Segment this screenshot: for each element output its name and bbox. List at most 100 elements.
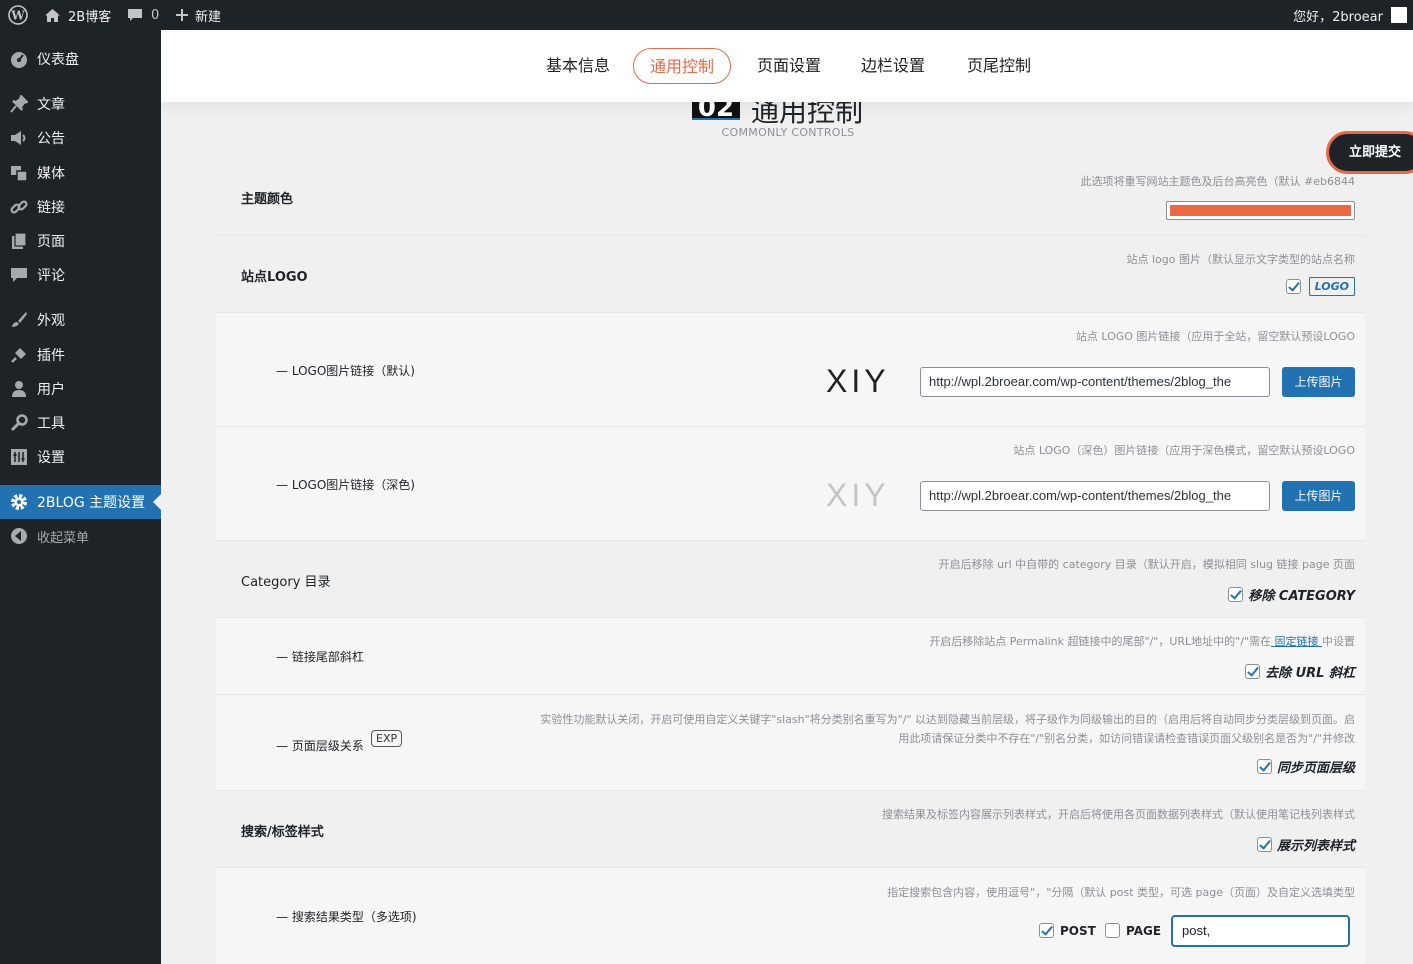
tab-sidebar-settings[interactable]: 边栏设置 [853,48,933,84]
sidebar-item-posts[interactable]: 文章 [0,87,161,121]
tab-basic-info[interactable]: 基本信息 [538,48,618,84]
logo-preview: XIY [826,363,890,399]
theme-color-picker[interactable] [1166,201,1355,220]
sidebar-item-label: 仪表盘 [37,52,79,68]
row-description: 搜索结果及标签内容展示列表样式，开启后将使用各页面数据列表样式（默认使用笔记栈列… [882,808,1355,821]
logo-url-input[interactable]: http://wpl.2broear.com/wp-content/themes… [920,367,1270,397]
row-label: — 搜索结果类型（多选项) [276,910,417,924]
sidebar-item-settings[interactable]: 设置 [0,440,161,474]
tab-page-settings[interactable]: 页面设置 [749,48,829,84]
sync-hierarchy-checkbox[interactable] [1256,759,1272,774]
sidebar-item-dashboard[interactable]: 仪表盘 [0,42,161,76]
account-menu[interactable]: 您好，2broear [1293,0,1407,30]
settings-icon [11,449,27,465]
dashboard-icon [11,52,27,68]
row-description: 开启后移除站点 Permalink 超链接中的尾部"/"，URL地址中的"/"需… [929,632,1355,651]
tab-general-controls[interactable]: 通用控制 [633,48,731,84]
row-search-style: 搜索/标签样式 搜索结果及标签内容展示列表样式，开启后将使用各页面数据列表样式（… [216,791,1365,868]
remove-category-checkbox[interactable] [1228,587,1244,602]
comment-count: 0 [151,7,160,23]
row-description: 指定搜索包含内容，使用逗号"，"分隔（默认 post 类型，可选 page（页面… [887,886,1355,899]
sidebar-item-label: 插件 [37,348,65,364]
option-label: PAGE [1126,923,1162,938]
sidebar-item-label: 设置 [37,450,65,466]
sidebar-item-tools[interactable]: 工具 [0,406,161,440]
sidebar-item-collapse[interactable]: 收起菜单 [0,519,161,553]
sidebar-item-announcements[interactable]: 公告 [0,121,161,155]
sidebar-item-label: 媒体 [37,166,65,182]
row-label: — LOGO图片链接（默认) [276,364,415,378]
logo-preview-dark: XIY [826,477,890,513]
sidebar-item-users[interactable]: 用户 [0,372,161,406]
logo-badge: LOGO [1308,277,1355,296]
row-label: — 页面层级关系 [276,739,364,753]
sidebar-item-label: 工具 [37,416,65,432]
wrench-icon [10,414,28,432]
row-description: 此选项将重写网站主题色及后台高亮色（默认 #eb6844 [1080,175,1355,188]
page-icon [12,232,27,249]
post-type-option[interactable]: POST [1039,923,1096,938]
home-icon [45,8,60,22]
desc-line-1: 实验性功能默认关闭，开启可使用自定义关键字"slash"将分类别名重写为"/" … [540,713,1355,726]
comment-bubble-icon [128,8,142,21]
remove-category-option[interactable]: 移除 CATEGORY [1228,585,1355,604]
sidebar-item-label: 评论 [37,268,65,284]
sidebar-item-label: 链接 [37,200,65,216]
experimental-tag: EXP [371,730,403,747]
link-icon [10,200,28,214]
logo-checkbox[interactable] [1285,279,1301,294]
sidebar-item-pages[interactable]: 页面 [0,224,161,258]
admin-bar: W 2B博客 0 新建 您好，2broear [0,0,1413,30]
row-label: — LOGO图片链接（深色) [276,478,415,492]
option-label: 同步页面层级 [1276,761,1355,776]
row-search-type: — 搜索结果类型（多选项) 指定搜索包含内容，使用逗号"，"分隔（默认 post… [216,868,1365,964]
page-checkbox[interactable] [1105,923,1120,938]
row-label: — 链接尾部斜杠 [276,650,364,664]
upload-image-button[interactable]: 上传图片 [1282,367,1355,397]
logo-dark-url-input[interactable]: http://wpl.2broear.com/wp-content/themes… [920,481,1270,511]
row-label: 站点LOGO [241,270,308,285]
remove-slash-checkbox[interactable] [1245,664,1261,679]
wordpress-logo-icon[interactable]: W [8,0,28,30]
tab-footer-controls[interactable]: 页尾控制 [959,48,1039,84]
list-style-checkbox[interactable] [1256,837,1272,852]
section-subtitle: COMMONLY CONTROLS [721,126,855,139]
row-page-hierarchy: — 页面层级关系 EXP 实验性功能默认关闭，开启可使用自定义关键字"slash… [216,695,1365,791]
row-description: 站点 LOGO（深色）图片链接（应用于深色模式，留空默认预设LOGO [1013,444,1355,457]
row-category: Category 目录 开启后移除 url 中自带的 category 目录（默… [216,541,1365,618]
row-theme-color: 主题颜色 此选项将重写网站主题色及后台高亮色（默认 #eb6844 [216,160,1365,236]
gear-icon [11,494,27,510]
sidebar-item-label: 用户 [37,382,65,398]
list-style-option[interactable]: 展示列表样式 [1256,835,1355,854]
desc-line-2: 用此项请保证分类中不存在"/"别名分类，如访问错误请检查错误页面父级别名是否为"… [898,732,1355,745]
collapse-icon [11,528,27,544]
desc-text-end: 中设置 [1322,635,1355,648]
permalink-link[interactable]: 固定链接 [1271,635,1322,648]
new-content-link[interactable]: 新建 [175,0,221,30]
sidebar-item-plugins[interactable]: 插件 [0,338,161,372]
settings-tab-nav: 基本信息 通用控制 页面设置 边栏设置 页尾控制 [161,30,1413,102]
sidebar-item-label: 收起菜单 [37,530,90,546]
sidebar-item-links[interactable]: 链接 [0,190,161,224]
site-name-link[interactable]: 2B博客 [44,0,111,30]
site-name: 2B博客 [68,9,112,25]
plus-icon [176,9,188,21]
submit-button[interactable]: 立即提交 [1326,131,1413,174]
sidebar-item-appearance[interactable]: 外观 [0,303,161,337]
sidebar-item-comments[interactable]: 评论 [0,258,161,292]
comments-link[interactable]: 0 [127,0,159,30]
row-description: 站点 LOGO 图片链接（应用于全站，留空默认预设LOGO [1075,330,1355,343]
sync-hierarchy-option[interactable]: 同步页面层级 [1256,757,1355,776]
row-description: 站点 logo 图片（默认显示文字类型的站点名称 [1126,253,1356,266]
row-label: 搜索/标签样式 [241,825,324,840]
upload-image-dark-button[interactable]: 上传图片 [1282,481,1355,511]
avatar [1391,7,1407,23]
logo-toggle: LOGO [1285,277,1355,296]
sidebar-item-media[interactable]: 媒体 [0,156,161,190]
remove-slash-option[interactable]: 去除 URL 斜杠 [1245,662,1355,681]
search-types-input[interactable]: post, [1171,915,1350,947]
sidebar-item-theme-settings[interactable]: 2BLOG 主题设置 [0,485,161,519]
page-type-option[interactable]: PAGE [1105,923,1161,938]
new-label: 新建 [195,9,222,25]
post-checkbox[interactable] [1039,923,1054,938]
